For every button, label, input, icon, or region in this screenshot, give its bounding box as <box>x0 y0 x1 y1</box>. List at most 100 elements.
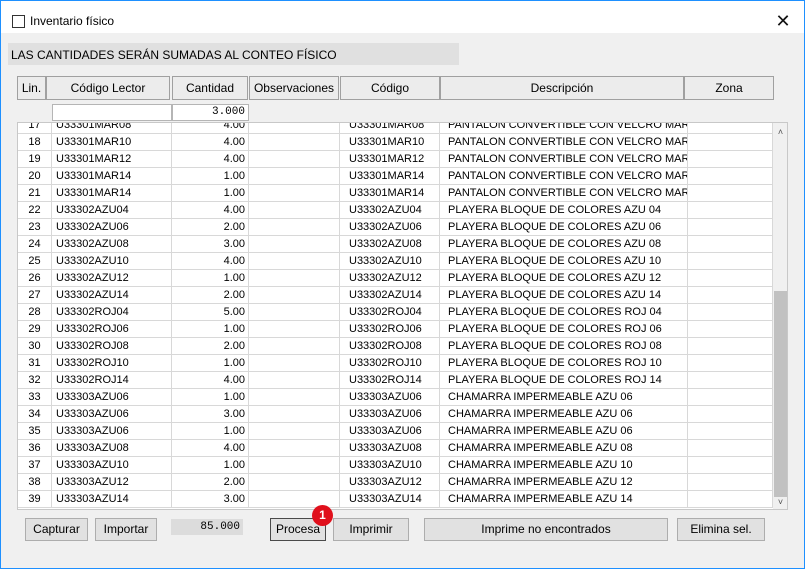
cell-lin: 33 <box>18 389 52 405</box>
cell-observaciones <box>249 491 340 507</box>
cell-descripcion: PLAYERA BLOQUE DE COLORES ROJ 14 <box>440 372 688 388</box>
table-row[interactable]: 37 U33303AZU10 1.00 U33303AZU10 CHAMARRA IMP… <box>18 457 773 474</box>
cell-descripcion: PANTALON CONVERTIBLE CON VELCRO MAR <box>440 151 688 167</box>
cell-codigo: U33302AZU08 <box>340 236 440 252</box>
table-row[interactable]: 38 U33303AZU12 2.00 U33303AZU12 CHAMARRA IMP… <box>18 474 773 491</box>
cell-codigo-lector: U33301MAR12 <box>52 151 172 167</box>
table-row[interactable]: 19 U33301MAR12 4.00 U33301MAR12 PANTALON CON… <box>18 151 773 168</box>
table-row[interactable]: 33 U33303AZU06 1.00 U33303AZU06 CHAMARRA IMP… <box>18 389 773 406</box>
cell-codigo-lector: U33301MAR08 <box>52 123 172 133</box>
header-zona[interactable]: Zona <box>684 76 774 100</box>
cell-zona <box>688 457 773 473</box>
table-row[interactable]: 25 U33302AZU10 4.00 U33302AZU10 PLAYERA BLOQ… <box>18 253 773 270</box>
table-row[interactable]: 17 U33301MAR08 4.00 U33301MAR08 PANTALON CON… <box>18 123 773 134</box>
cell-zona <box>688 440 773 456</box>
capturar-button[interactable]: Capturar <box>25 518 88 541</box>
cell-descripcion: PANTALON CONVERTIBLE CON VELCRO MAR <box>440 123 688 133</box>
cell-zona <box>688 389 773 405</box>
cell-descripcion: CHAMARRA IMPERMEABLE AZU 14 <box>440 491 688 507</box>
cell-descripcion: CHAMARRA IMPERMEABLE AZU 12 <box>440 474 688 490</box>
table-row[interactable]: 31 U33302ROJ10 1.00 U33302ROJ10 PLAYERA BLOQ… <box>18 355 773 372</box>
table-row[interactable]: 26 U33302AZU12 1.00 U33302AZU12 PLAYERA BLOQ… <box>18 270 773 287</box>
cell-cantidad: 2.00 <box>172 219 249 235</box>
cell-lin: 35 <box>18 423 52 439</box>
cell-codigo: U33303AZU14 <box>340 491 440 507</box>
cell-descripcion: PLAYERA BLOQUE DE COLORES ROJ 06 <box>440 321 688 337</box>
table-row[interactable]: 34 U33303AZU06 3.00 U33303AZU06 CHAMARRA IMP… <box>18 406 773 423</box>
cell-lin: 23 <box>18 219 52 235</box>
cell-observaciones <box>249 423 340 439</box>
table-row[interactable]: 24 U33302AZU08 3.00 U33302AZU08 PLAYERA BLOQ… <box>18 236 773 253</box>
scroll-down-icon[interactable]: ˅ <box>773 495 787 509</box>
importar-button[interactable]: Importar <box>95 518 157 541</box>
imprime-no-encontrados-button[interactable]: Imprime no encontrados <box>424 518 668 541</box>
cell-zona <box>688 491 773 507</box>
scroll-up-icon[interactable]: ˄ <box>773 125 787 139</box>
cell-lin: 22 <box>18 202 52 218</box>
table-row[interactable]: 22 U33302AZU04 4.00 U33302AZU04 PLAYERA BLOQ… <box>18 202 773 219</box>
cell-codigo: U33302ROJ04 <box>340 304 440 320</box>
vertical-scrollbar[interactable]: ˄ ˅ <box>773 123 787 509</box>
close-icon[interactable]: ✕ <box>769 9 797 33</box>
elimina-sel-button[interactable]: Elimina sel. <box>677 518 765 541</box>
cell-descripcion: CHAMARRA IMPERMEABLE AZU 06 <box>440 406 688 422</box>
cell-lin: 30 <box>18 338 52 354</box>
cell-cantidad: 4.00 <box>172 202 249 218</box>
cell-descripcion: PANTALON CONVERTIBLE CON VELCRO MAR <box>440 185 688 201</box>
cell-descripcion: PLAYERA BLOQUE DE COLORES AZU 04 <box>440 202 688 218</box>
cell-zona <box>688 372 773 388</box>
codigo-lector-input[interactable] <box>52 104 172 121</box>
cell-lin: 19 <box>18 151 52 167</box>
cell-codigo: U33302AZU12 <box>340 270 440 286</box>
table-row[interactable]: 32 U33302ROJ14 4.00 U33302ROJ14 PLAYERA BLOQ… <box>18 372 773 389</box>
cell-lin: 36 <box>18 440 52 456</box>
cell-observaciones <box>249 151 340 167</box>
header-descripcion[interactable]: Descripción <box>440 76 684 100</box>
cell-codigo-lector: U33302ROJ08 <box>52 338 172 354</box>
cell-codigo: U33302AZU04 <box>340 202 440 218</box>
imprimir-button[interactable]: Imprimir <box>333 518 409 541</box>
cell-zona <box>688 321 773 337</box>
cell-cantidad: 4.00 <box>172 123 249 133</box>
table-row[interactable]: 35 U33303AZU06 1.00 U33303AZU06 CHAMARRA IMP… <box>18 423 773 440</box>
table-row[interactable]: 36 U33303AZU08 4.00 U33303AZU08 CHAMARRA IMP… <box>18 440 773 457</box>
table-row[interactable]: 18 U33301MAR10 4.00 U33301MAR10 PANTALON CON… <box>18 134 773 151</box>
cell-zona <box>688 304 773 320</box>
cell-observaciones <box>249 355 340 371</box>
header-observaciones[interactable]: Observaciones <box>249 76 339 100</box>
header-codigo-lector[interactable]: Código Lector <box>46 76 170 100</box>
table-row[interactable]: 28 U33302ROJ04 5.00 U33302ROJ04 PLAYERA BLOQ… <box>18 304 773 321</box>
header-lin[interactable]: Lin. <box>17 76 46 100</box>
table-row[interactable]: 23 U33302AZU06 2.00 U33302AZU06 PLAYERA BLOQ… <box>18 219 773 236</box>
cell-cantidad: 1.00 <box>172 270 249 286</box>
step-badge: 1 <box>312 505 333 526</box>
table-row[interactable]: 27 U33302AZU14 2.00 U33302AZU14 PLAYERA BLOQ… <box>18 287 773 304</box>
cell-lin: 38 <box>18 474 52 490</box>
table-row[interactable]: 29 U33302ROJ06 1.00 U33302ROJ06 PLAYERA BLOQ… <box>18 321 773 338</box>
cell-zona <box>688 151 773 167</box>
cell-observaciones <box>249 253 340 269</box>
header-codigo[interactable]: Código <box>340 76 440 100</box>
cell-codigo: U33302AZU10 <box>340 253 440 269</box>
table-row[interactable]: 20 U33301MAR14 1.00 U33301MAR14 PANTALON CON… <box>18 168 773 185</box>
header-cantidad[interactable]: Cantidad <box>172 76 248 100</box>
cell-codigo: U33301MAR14 <box>340 185 440 201</box>
cantidad-input[interactable]: 3.000 <box>172 104 249 121</box>
cell-lin: 29 <box>18 321 52 337</box>
table-row[interactable]: 30 U33302ROJ08 2.00 U33302ROJ08 PLAYERA BLOQ… <box>18 338 773 355</box>
info-banner: LAS CANTIDADES SERÁN SUMADAS AL CONTEO F… <box>8 43 459 65</box>
cell-codigo-lector: U33301MAR14 <box>52 185 172 201</box>
cell-codigo-lector: U33303AZU06 <box>52 389 172 405</box>
scrollbar-thumb[interactable] <box>774 291 787 497</box>
inventory-grid[interactable]: 17 U33301MAR08 4.00 U33301MAR08 PANTALON CON… <box>17 122 788 510</box>
table-row[interactable]: 39 U33303AZU14 3.00 U33303AZU14 CHAMARRA IMP… <box>18 491 773 508</box>
cell-cantidad: 1.00 <box>172 355 249 371</box>
table-row[interactable]: 21 U33301MAR14 1.00 U33301MAR14 PANTALON CON… <box>18 185 773 202</box>
cell-lin: 17 <box>18 123 52 133</box>
cell-cantidad: 4.00 <box>172 253 249 269</box>
cell-observaciones <box>249 457 340 473</box>
cell-observaciones <box>249 440 340 456</box>
cell-descripcion: CHAMARRA IMPERMEABLE AZU 06 <box>440 389 688 405</box>
cell-codigo: U33302ROJ08 <box>340 338 440 354</box>
cell-codigo-lector: U33302ROJ14 <box>52 372 172 388</box>
